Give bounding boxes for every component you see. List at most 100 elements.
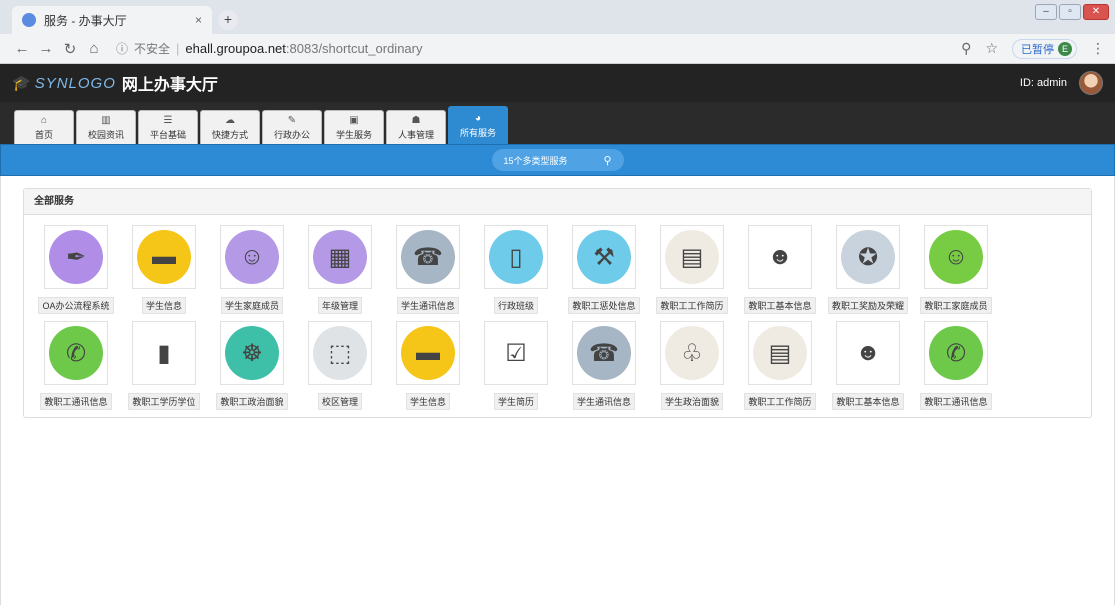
service-icon-box[interactable]: ☺	[220, 225, 284, 289]
service-icon-box[interactable]: ▬	[132, 225, 196, 289]
service-label[interactable]: 学生信息	[141, 297, 186, 314]
service-icon-box[interactable]: ▦	[308, 225, 372, 289]
service-item[interactable]: ✆ 教职工通讯信息	[32, 321, 120, 411]
service-label[interactable]: 教职工学历学位	[128, 393, 200, 410]
service-label[interactable]: 教职工基本信息	[832, 393, 904, 410]
service-label[interactable]: 教职工基本信息	[744, 297, 816, 314]
service-icon-box[interactable]: ▬	[396, 321, 460, 385]
service-item[interactable]: ✪ 教职工奖励及荣耀	[824, 225, 912, 315]
service-label[interactable]: 学生简历	[493, 393, 538, 410]
service-item[interactable]: ☻ 教职工基本信息	[736, 225, 824, 315]
image-icon: ▣	[349, 114, 359, 126]
tab-list[interactable]: ☰ 平台基础	[138, 110, 198, 144]
service-item[interactable]: ☻ 教职工基本信息	[824, 321, 912, 411]
service-label[interactable]: 校区管理	[317, 393, 362, 410]
service-item[interactable]: ▦ 年级管理	[296, 225, 384, 315]
service-label[interactable]: 教职工通讯信息	[920, 393, 992, 410]
service-icon-box[interactable]: ✆	[924, 321, 988, 385]
close-tab-icon[interactable]: ×	[195, 13, 202, 27]
service-item[interactable]: ☸ 教职工政治面貌	[208, 321, 296, 411]
tab-chart[interactable]: ▥ 校园资讯	[76, 110, 136, 144]
service-label[interactable]: 教职工家庭成员	[920, 297, 992, 314]
tab-label: 学生服务	[335, 129, 372, 140]
forward-icon[interactable]: →	[34, 40, 58, 57]
tab-image[interactable]: ▣ 学生服务	[324, 110, 384, 144]
tab-users[interactable]: ☗ 人事管理	[386, 110, 446, 144]
service-icon-box[interactable]: ✪	[836, 225, 900, 289]
service-icon-box[interactable]: ☑	[484, 321, 548, 385]
service-icon-box[interactable]: ▤	[748, 321, 812, 385]
service-label[interactable]: 教职工政治面貌	[216, 393, 288, 410]
zoom-icon[interactable]: ⚲	[961, 40, 971, 57]
service-item[interactable]: ♧ 学生政治面貌	[648, 321, 736, 411]
search-icon[interactable]: ⚲	[603, 154, 611, 167]
service-icon-box[interactable]: ☻	[836, 321, 900, 385]
back-icon[interactable]: ←	[10, 40, 34, 57]
service-icon-box[interactable]: ▮	[132, 321, 196, 385]
service-icon-box[interactable]: ✆	[44, 321, 108, 385]
service-item[interactable]: ☺ 教职工家庭成员	[912, 225, 1000, 315]
service-item[interactable]: ▯ 行政班级	[472, 225, 560, 315]
reload-icon[interactable]: ↻	[58, 40, 82, 58]
service-item[interactable]: ▤ 教职工工作简历	[736, 321, 824, 411]
profile-icon: E	[1058, 41, 1072, 56]
avatar[interactable]	[1079, 71, 1103, 95]
service-label[interactable]: OA办公流程系统	[38, 297, 114, 314]
sync-paused-button[interactable]: 已暂停 E	[1012, 38, 1077, 59]
service-icon-box[interactable]: ☸	[220, 321, 284, 385]
new-tab-button[interactable]: +	[218, 10, 238, 30]
tab-cloud[interactable]: ☁ 快捷方式	[200, 110, 260, 144]
service-item[interactable]: ☺ 学生家庭成员	[208, 225, 296, 315]
service-icon-box[interactable]: ▯	[484, 225, 548, 289]
service-icon-box[interactable]: ✒	[44, 225, 108, 289]
info-icon[interactable]: ⓘ	[116, 40, 128, 57]
service-label[interactable]: 教职工工作简历	[656, 297, 728, 314]
service-item[interactable]: ✒ OA办公流程系统	[32, 225, 120, 315]
panel-title: 全部服务	[24, 189, 1091, 215]
service-label[interactable]: 教职工通讯信息	[40, 393, 112, 410]
medal-icon: ✪	[841, 230, 895, 284]
service-item[interactable]: ⬚ 校区管理	[296, 321, 384, 411]
service-label[interactable]: 行政班级	[493, 297, 538, 314]
service-item[interactable]: ☎ 学生通讯信息	[384, 225, 472, 315]
service-label[interactable]: 教职工工作简历	[744, 393, 816, 410]
service-item[interactable]: ☑ 学生简历	[472, 321, 560, 411]
tab-wrench[interactable]: ✎ 行政办公	[262, 110, 322, 144]
url-field[interactable]: ⓘ 不安全 | ehall.groupoa.net:8083/shortcut_…	[116, 40, 423, 57]
service-item[interactable]: ▮ 教职工学历学位	[120, 321, 208, 411]
bookmark-star-icon[interactable]: ☆	[985, 40, 998, 57]
service-label[interactable]: 学生通讯信息	[572, 393, 635, 410]
service-label[interactable]: 学生政治面貌	[660, 393, 723, 410]
service-item[interactable]: ☎ 学生通讯信息	[560, 321, 648, 411]
menu-icon[interactable]: ⋮	[1091, 40, 1105, 57]
service-item[interactable]: ⚒ 教职工惩处信息	[560, 225, 648, 315]
service-label[interactable]: 教职工惩处信息	[568, 297, 640, 314]
graduation-cap-icon: 🎓	[12, 75, 31, 92]
service-item[interactable]: ✆ 教职工通讯信息	[912, 321, 1000, 411]
service-label[interactable]: 学生通讯信息	[396, 297, 459, 314]
maximize-icon[interactable]: ▫	[1059, 4, 1081, 20]
service-item[interactable]: ▬ 学生信息	[384, 321, 472, 411]
tab-dashboard[interactable]: ◕ 所有服务	[448, 106, 508, 144]
service-search[interactable]: 15个多类型服务 ⚲	[491, 149, 624, 171]
service-item[interactable]: ▤ 教职工工作简历	[648, 225, 736, 315]
browser-tab[interactable]: 服务 - 办事大厅 ×	[12, 6, 212, 34]
service-icon-box[interactable]: ▤	[660, 225, 724, 289]
tab-home[interactable]: ⌂ 首页	[14, 110, 74, 144]
service-icon-box[interactable]: ☻	[748, 225, 812, 289]
service-icon-box[interactable]: ♧	[660, 321, 724, 385]
service-label[interactable]: 年级管理	[317, 297, 362, 314]
close-window-icon[interactable]: ✕	[1083, 4, 1109, 20]
service-icon-box[interactable]: ☎	[396, 225, 460, 289]
service-icon-box[interactable]: ☺	[924, 225, 988, 289]
service-item[interactable]: ▬ 学生信息	[120, 225, 208, 315]
service-icon-box[interactable]: ☎	[572, 321, 636, 385]
card-icon: ▬	[137, 230, 191, 284]
home-icon[interactable]: ⌂	[82, 40, 106, 57]
service-icon-box[interactable]: ⬚	[308, 321, 372, 385]
service-icon-box[interactable]: ⚒	[572, 225, 636, 289]
service-label[interactable]: 教职工奖励及荣耀	[827, 297, 908, 314]
minimize-icon[interactable]: –	[1035, 4, 1057, 20]
service-label[interactable]: 学生信息	[405, 393, 450, 410]
service-label[interactable]: 学生家庭成员	[220, 297, 283, 314]
